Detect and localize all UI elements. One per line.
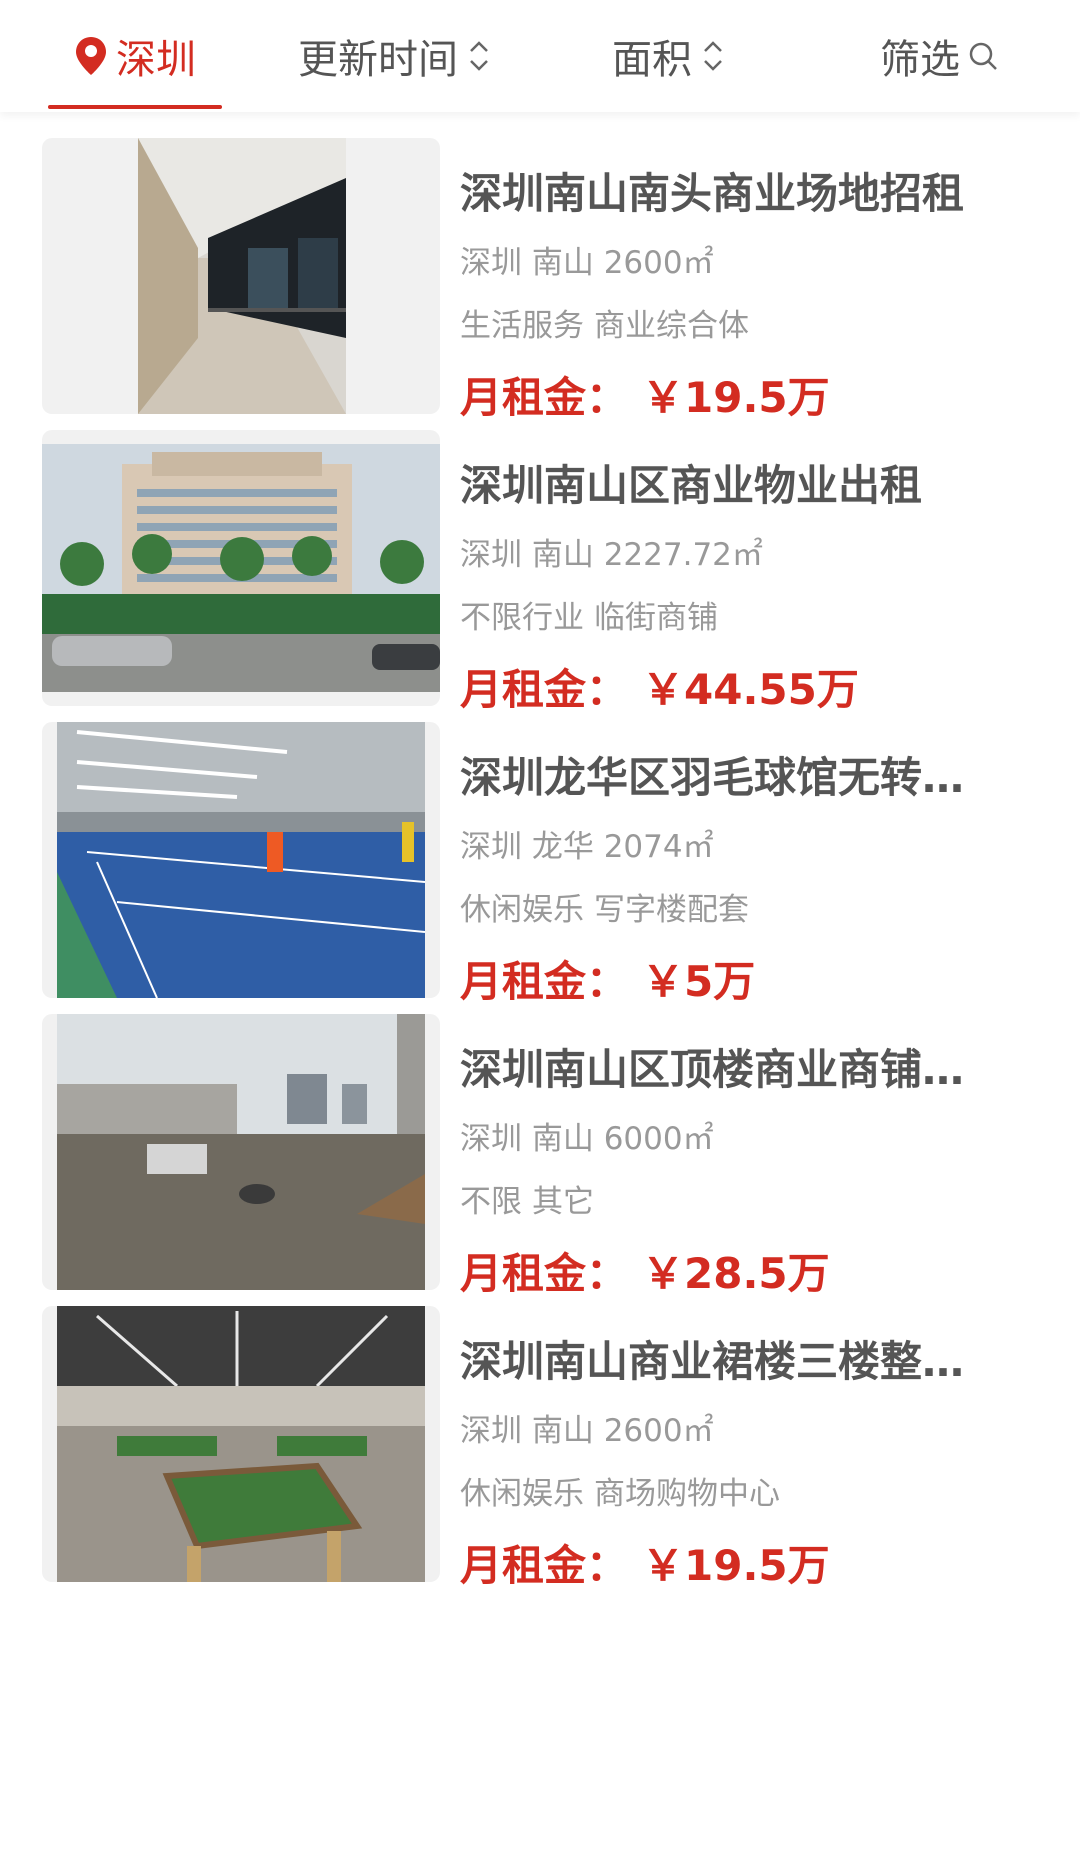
listing-card[interactable]: 深圳南山商业裙楼三楼整层出租 深圳 南山 2600㎡ 休闲娱乐 商场购物中心 月租… xyxy=(0,1280,1080,1590)
sort-updown-icon xyxy=(704,41,722,71)
listing-industry: 不限 xyxy=(460,1184,522,1220)
listing-tags: 休闲娱乐 写字楼配套 xyxy=(460,884,749,929)
corridor-photo xyxy=(138,138,346,414)
listing-type: 临街商铺 xyxy=(594,600,718,636)
listing-title[interactable]: 深圳南山区顶楼商业商铺出租 xyxy=(460,1036,1000,1097)
city-selector[interactable]: 深圳 xyxy=(74,26,196,86)
listing-type: 商业综合体 xyxy=(594,308,749,344)
rooftop-site-photo xyxy=(57,1014,425,1290)
listing-location: 深圳 龙华 2074㎡ xyxy=(460,829,714,865)
active-tab-underline xyxy=(48,105,222,109)
price-value: ￥19.5万 xyxy=(642,1541,830,1590)
listing-tags: 生活服务 商业综合体 xyxy=(460,300,749,345)
billiard-hall-photo xyxy=(57,1306,425,1582)
listing-location: 深圳 南山 2600㎡ xyxy=(460,1413,714,1449)
listing-title[interactable]: 深圳龙华区羽毛球馆无转让费 xyxy=(460,744,1000,805)
price-label: 月租金： xyxy=(460,1541,629,1590)
listing-thumbnail[interactable] xyxy=(42,430,440,706)
listing-tags: 休闲娱乐 商场购物中心 xyxy=(460,1468,780,1513)
listing-tags: 不限行业 临街商铺 xyxy=(460,592,718,637)
listing-location: 深圳 南山 6000㎡ xyxy=(460,1121,714,1157)
listing-type: 写字楼配套 xyxy=(594,892,749,928)
filter-label: 筛选 xyxy=(880,37,960,83)
listing-industry: 休闲娱乐 xyxy=(460,892,584,928)
filter-button[interactable]: 筛选 xyxy=(880,26,998,86)
sort-by-update-time[interactable]: 更新时间 xyxy=(298,26,492,86)
search-icon xyxy=(969,42,997,70)
listing-industry: 休闲娱乐 xyxy=(460,1476,584,1512)
listing-thumbnail[interactable] xyxy=(42,1014,440,1290)
sort-update-label: 更新时间 xyxy=(298,37,458,83)
listing-thumbnail[interactable] xyxy=(42,1306,440,1582)
listing-thumbnail[interactable] xyxy=(42,722,440,998)
sort-area-label: 面积 xyxy=(612,37,692,83)
listing-price: 月租金： ￥19.5万 xyxy=(460,1532,830,1593)
listing-title[interactable]: 深圳南山区商业物业出租 xyxy=(460,452,1000,513)
sort-by-area[interactable]: 面积 xyxy=(612,26,726,86)
location-pin-icon xyxy=(76,37,106,75)
listing-type: 其它 xyxy=(532,1184,594,1220)
listing-industry: 生活服务 xyxy=(460,308,584,344)
filter-bar: 深圳 更新时间 面积 筛选 xyxy=(0,0,1080,112)
listing-title[interactable]: 深圳南山南头商业场地招租 xyxy=(460,160,1000,221)
city-label: 深圳 xyxy=(116,37,196,83)
listing-title[interactable]: 深圳南山商业裙楼三楼整层出租 xyxy=(460,1328,1000,1389)
badminton-court-photo xyxy=(57,722,425,998)
listing-location: 深圳 南山 2600㎡ xyxy=(460,245,714,281)
listing-type: 商场购物中心 xyxy=(594,1476,780,1512)
listing-location: 深圳 南山 2227.72㎡ xyxy=(460,537,763,573)
hotel-building-photo xyxy=(42,444,440,692)
listing-card[interactable]: 深圳南山区商业物业出租 深圳 南山 2227.72㎡ 不限行业 临街商铺 月租金：… xyxy=(0,404,1080,714)
listing-thumbnail[interactable] xyxy=(42,138,440,414)
sort-updown-icon xyxy=(470,41,488,71)
listing-industry: 不限行业 xyxy=(460,600,584,636)
listing-tags: 不限 其它 xyxy=(460,1176,594,1221)
listing-card[interactable]: 深圳龙华区羽毛球馆无转让费 深圳 龙华 2074㎡ 休闲娱乐 写字楼配套 月租金：… xyxy=(0,696,1080,1006)
listing-card[interactable]: 深圳南山南头商业场地招租 深圳 南山 2600㎡ 生活服务 商业综合体 月租金： ￥… xyxy=(0,112,1080,422)
listing-card[interactable]: 深圳南山区顶楼商业商铺出租 深圳 南山 6000㎡ 不限 其它 月租金： ￥28.5… xyxy=(0,988,1080,1298)
